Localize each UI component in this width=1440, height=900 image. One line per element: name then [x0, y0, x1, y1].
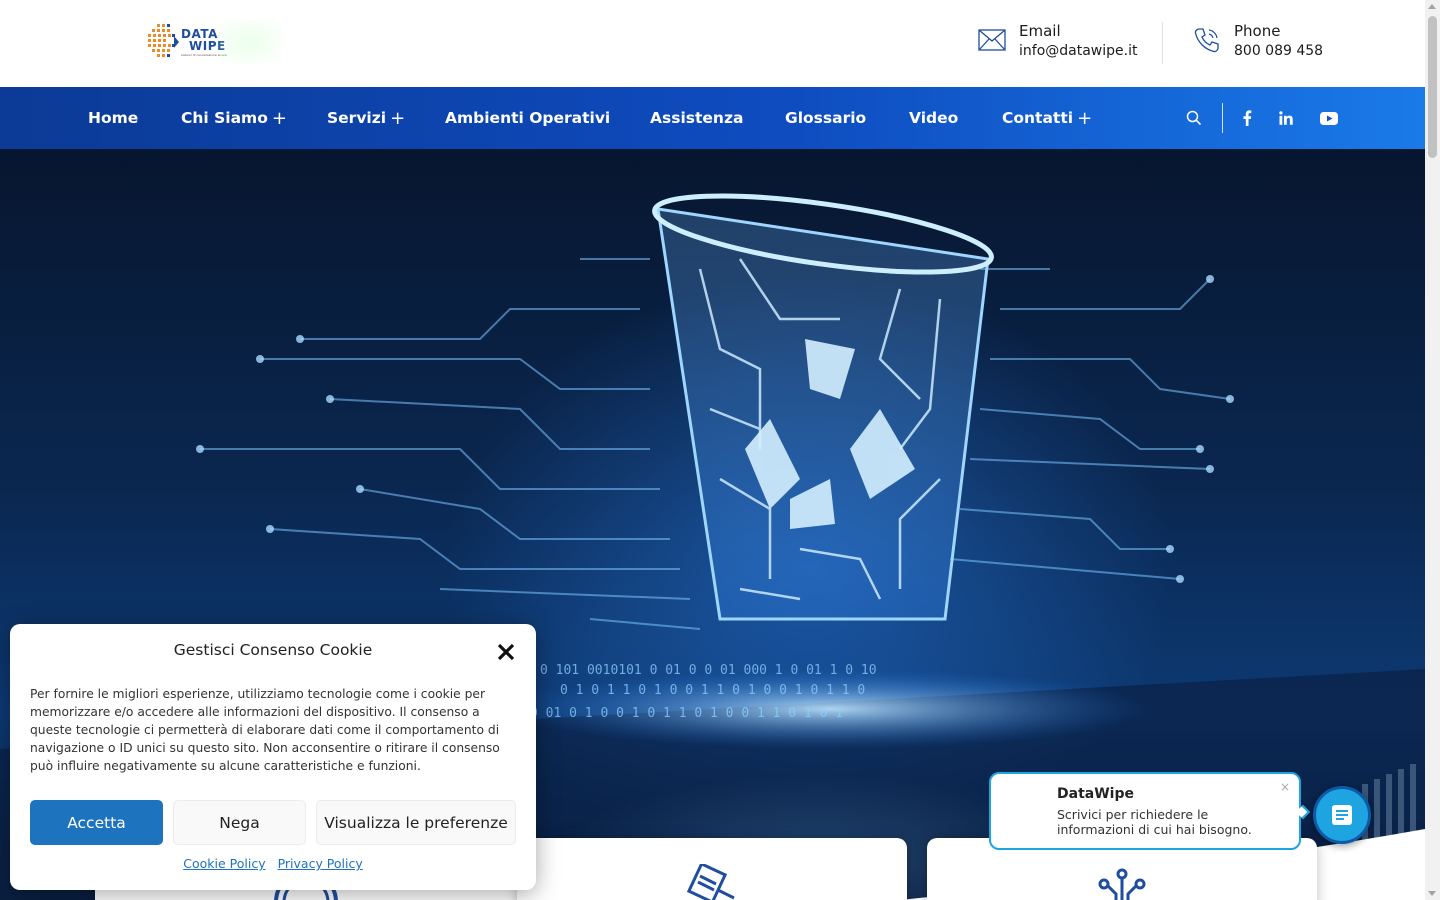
- plus-icon: +: [1077, 107, 1093, 129]
- chat-sender-name: DataWipe: [1057, 786, 1134, 802]
- nav-label: Ambienti Operativi: [445, 109, 611, 127]
- email-value[interactable]: info@datawipe.it: [1019, 42, 1137, 60]
- chat-greeting-bubble[interactable]: DataWipe Scrivici per richiedere le info…: [989, 772, 1301, 850]
- nav-label: Glossario: [785, 109, 867, 127]
- search-icon[interactable]: [1184, 87, 1204, 149]
- deny-cookies-button[interactable]: Nega: [173, 800, 306, 845]
- nav-label: Contatti: [1002, 109, 1074, 127]
- scrollbar-thumb[interactable]: [1428, 16, 1437, 158]
- nav-item-servizi[interactable]: Servizi +: [327, 87, 405, 149]
- scroll-down-icon[interactable]: [1428, 891, 1436, 896]
- shredder-icon: [684, 861, 740, 900]
- phone-icon: [1192, 25, 1222, 55]
- nav-item-assistenza[interactable]: Assistenza: [650, 87, 743, 149]
- nav-item-glossario[interactable]: Glossario: [785, 87, 866, 149]
- nav-label: Video: [909, 109, 959, 127]
- nav-item-ambienti-operativi[interactable]: Ambienti Operativi: [445, 87, 610, 149]
- svg-text:0 101 0010101 0 01 0 0 01 000: 0 101 0010101 0 01 0 0 01 000 1 0 01 1 0…: [540, 663, 877, 678]
- plus-icon: +: [271, 107, 287, 129]
- cookie-consent-dialog: Gestisci Consenso Cookie Per fornire le …: [10, 624, 536, 890]
- nav-label: Home: [88, 109, 139, 127]
- nav-item-chi-siamo[interactable]: Chi Siamo +: [181, 87, 287, 149]
- logo-mark-icon: [148, 24, 179, 57]
- nav-item-home[interactable]: Home: [88, 87, 138, 149]
- accept-cookies-button[interactable]: Accetta: [30, 800, 163, 845]
- svg-text:0 1 0 1 1 0 1 0 0 1 1 0 1 0 0: 0 1 0 1 1 0 1 0 0 1 1 0 1 0 0 1 0 1 1 0: [560, 683, 865, 698]
- plus-icon: +: [390, 107, 406, 129]
- contact-divider: [1162, 22, 1163, 64]
- main-navigation: Home Chi Siamo + Servizi + Ambienti Operat…: [0, 87, 1425, 149]
- cookie-policy-links: Cookie Policy Privacy Policy: [10, 856, 536, 871]
- email-title: Email: [1019, 22, 1061, 40]
- page-scrollbar[interactable]: [1425, 0, 1440, 900]
- privacy-policy-link[interactable]: Privacy Policy: [278, 856, 363, 871]
- nav-label: Assistenza: [650, 109, 744, 127]
- nav-label: Servizi: [327, 109, 387, 127]
- view-preferences-button[interactable]: Visualizza le preferenze: [316, 800, 516, 845]
- nav-item-contatti[interactable]: Contatti +: [1002, 87, 1092, 149]
- close-icon[interactable]: [494, 640, 518, 664]
- chat-greeting-text: Scrivici per richiedere le informazioni …: [1057, 807, 1252, 837]
- service-card-2[interactable]: [517, 838, 907, 900]
- facebook-icon[interactable]: [1237, 87, 1257, 149]
- youtube-icon[interactable]: [1318, 87, 1340, 149]
- phone-title: Phone: [1234, 22, 1281, 40]
- nav-item-video[interactable]: Video: [909, 87, 958, 149]
- phone-value[interactable]: 800 089 458: [1234, 42, 1323, 60]
- svg-text:0 01 0 1 0 0 1 0 1 1 0 1 0 0 1: 0 01 0 1 0 0 1 0 1 1 0 1 0 0 1 1 0 1 0 1: [530, 706, 843, 721]
- scroll-up-icon[interactable]: [1428, 4, 1436, 9]
- envelope-icon: [977, 25, 1007, 55]
- email-contact[interactable]: Email info@datawipe.it: [977, 20, 1137, 60]
- circuit-network-icon: [1092, 864, 1152, 900]
- cookie-dialog-title: Gestisci Consenso Cookie: [173, 641, 373, 659]
- nav-separator: [1222, 103, 1223, 133]
- linkedin-icon[interactable]: [1276, 87, 1296, 149]
- cookie-policy-link[interactable]: Cookie Policy: [183, 856, 265, 871]
- site-logo[interactable]: DATA WIPE sistemi di cancellazione sicur…: [147, 20, 282, 64]
- chat-launcher-button[interactable]: [1313, 786, 1371, 844]
- nav-label: Chi Siamo: [181, 109, 268, 127]
- logo-glow: [217, 20, 282, 64]
- cookie-dialog-body: Per fornire le migliori esperienze, util…: [30, 687, 500, 773]
- phone-contact[interactable]: Phone 800 089 458: [1192, 20, 1323, 60]
- chat-bubble-close-icon[interactable]: ×: [1280, 780, 1290, 794]
- top-header: DATA WIPE sistemi di cancellazione sicur…: [0, 0, 1425, 87]
- chat-document-icon: [1332, 805, 1352, 825]
